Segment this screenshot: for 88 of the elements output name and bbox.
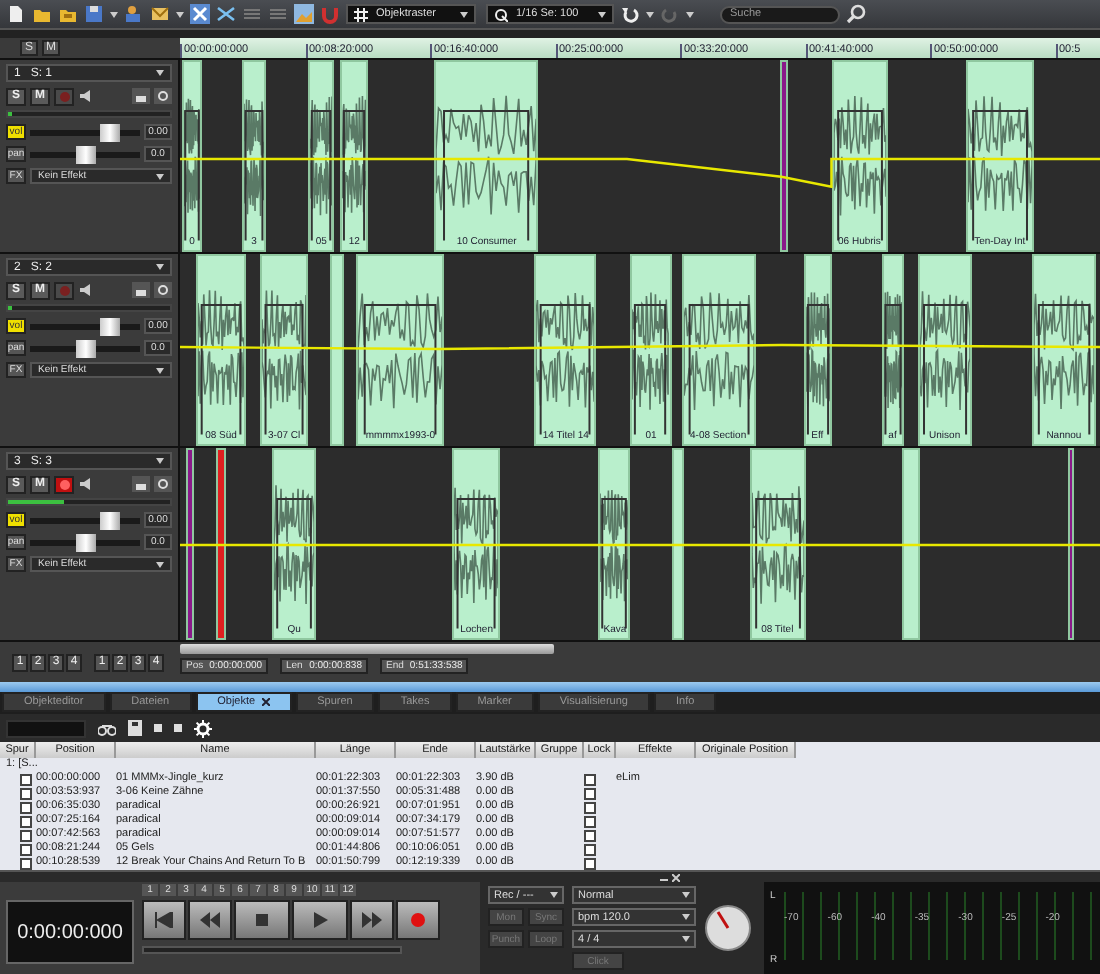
caret-icon[interactable] bbox=[682, 892, 690, 898]
volume-curve[interactable] bbox=[180, 157, 1100, 189]
lock-icon[interactable] bbox=[132, 88, 150, 104]
volume-curve[interactable] bbox=[180, 343, 1100, 351]
caret-icon[interactable] bbox=[156, 173, 164, 179]
filter-field[interactable] bbox=[6, 719, 86, 737]
volume-slider-thumb[interactable] bbox=[99, 123, 120, 141]
pan-slider-thumb[interactable] bbox=[75, 339, 95, 357]
gear-icon[interactable] bbox=[154, 88, 172, 104]
binoculars-icon[interactable] bbox=[98, 721, 116, 735]
fast-forward-icon bbox=[362, 912, 382, 928]
audio-clip[interactable] bbox=[901, 448, 920, 640]
lines-icon[interactable] bbox=[268, 4, 288, 24]
audio-clip[interactable] bbox=[330, 254, 345, 446]
checkbox[interactable] bbox=[20, 801, 32, 813]
lock-icon[interactable] bbox=[132, 282, 150, 298]
skip-back-icon bbox=[154, 912, 174, 928]
scrollbar[interactable] bbox=[180, 644, 554, 654]
stop-icon bbox=[252, 912, 272, 928]
file-icon[interactable] bbox=[6, 4, 26, 24]
time-display: 0:00:00:000 bbox=[6, 900, 134, 964]
volume-slider-thumb[interactable] bbox=[99, 511, 120, 529]
caret-icon[interactable] bbox=[682, 936, 690, 942]
folder-icon[interactable] bbox=[32, 4, 52, 24]
caret-icon[interactable] bbox=[156, 458, 164, 464]
caret-icon[interactable] bbox=[682, 914, 690, 920]
checkbox[interactable] bbox=[20, 857, 32, 869]
folder-icon[interactable] bbox=[58, 4, 78, 24]
speaker-icon[interactable] bbox=[78, 476, 94, 492]
split-icon[interactable] bbox=[216, 4, 236, 24]
lock-icon[interactable] bbox=[132, 476, 150, 492]
caret-icon[interactable] bbox=[550, 892, 558, 898]
play-icon bbox=[310, 912, 330, 928]
lock-checkbox[interactable] bbox=[584, 801, 596, 813]
lock-checkbox[interactable] bbox=[584, 857, 596, 869]
checkbox[interactable] bbox=[20, 787, 32, 799]
caret-icon[interactable] bbox=[156, 561, 164, 567]
quantize-icon bbox=[494, 7, 508, 21]
settings-icon[interactable] bbox=[194, 719, 212, 737]
record-icon bbox=[408, 912, 428, 928]
speaker-icon[interactable] bbox=[78, 88, 94, 104]
pan-slider-thumb[interactable] bbox=[75, 145, 95, 163]
undo-icon[interactable] bbox=[620, 4, 640, 24]
people-icon[interactable] bbox=[124, 4, 144, 24]
caret-icon[interactable] bbox=[110, 11, 118, 17]
search-icon[interactable] bbox=[846, 4, 866, 24]
gear-icon[interactable] bbox=[154, 476, 172, 492]
caret-icon[interactable] bbox=[646, 11, 654, 17]
audio-clip[interactable] bbox=[216, 448, 227, 640]
caret-icon[interactable] bbox=[156, 264, 164, 270]
lock-checkbox[interactable] bbox=[584, 829, 596, 841]
skip-back-button[interactable] bbox=[142, 900, 186, 940]
lock-checkbox[interactable] bbox=[584, 787, 596, 799]
checkbox[interactable] bbox=[20, 815, 32, 827]
lines-icon[interactable] bbox=[242, 4, 262, 24]
fast-forward-button[interactable] bbox=[350, 900, 394, 940]
checkbox[interactable] bbox=[20, 773, 32, 785]
audio-clip[interactable] bbox=[1067, 448, 1074, 640]
envelope-icon[interactable] bbox=[150, 4, 170, 24]
speaker-icon[interactable] bbox=[78, 282, 94, 298]
lock-checkbox[interactable] bbox=[584, 773, 596, 785]
caret-icon[interactable] bbox=[686, 11, 694, 17]
caret-icon[interactable] bbox=[598, 11, 606, 17]
caret-icon[interactable] bbox=[156, 70, 164, 76]
checkbox[interactable] bbox=[20, 843, 32, 855]
play-button[interactable] bbox=[292, 900, 348, 940]
audio-clip[interactable] bbox=[671, 448, 684, 640]
lock-checkbox[interactable] bbox=[584, 843, 596, 855]
close-icon[interactable] bbox=[261, 698, 270, 706]
record-button[interactable] bbox=[396, 900, 440, 940]
checkbox[interactable] bbox=[20, 829, 32, 841]
cross-icon[interactable] bbox=[190, 4, 210, 24]
caret-icon[interactable] bbox=[156, 367, 164, 373]
rewind-button[interactable] bbox=[188, 900, 232, 940]
lock-checkbox[interactable] bbox=[584, 815, 596, 827]
stop-button[interactable] bbox=[234, 900, 290, 940]
rewind-icon bbox=[200, 912, 220, 928]
knob[interactable] bbox=[704, 904, 752, 952]
grid-icon bbox=[354, 7, 368, 21]
gear-icon[interactable] bbox=[154, 282, 172, 298]
record-arm-button[interactable] bbox=[54, 475, 74, 493]
audio-clip[interactable] bbox=[186, 448, 194, 640]
audio-clip[interactable] bbox=[779, 60, 788, 252]
volume-slider-thumb[interactable] bbox=[99, 317, 120, 335]
caret-icon[interactable] bbox=[460, 11, 468, 17]
pan-slider-thumb[interactable] bbox=[75, 533, 95, 551]
caret-icon[interactable] bbox=[176, 11, 184, 17]
minimize-icon[interactable] bbox=[660, 873, 668, 881]
